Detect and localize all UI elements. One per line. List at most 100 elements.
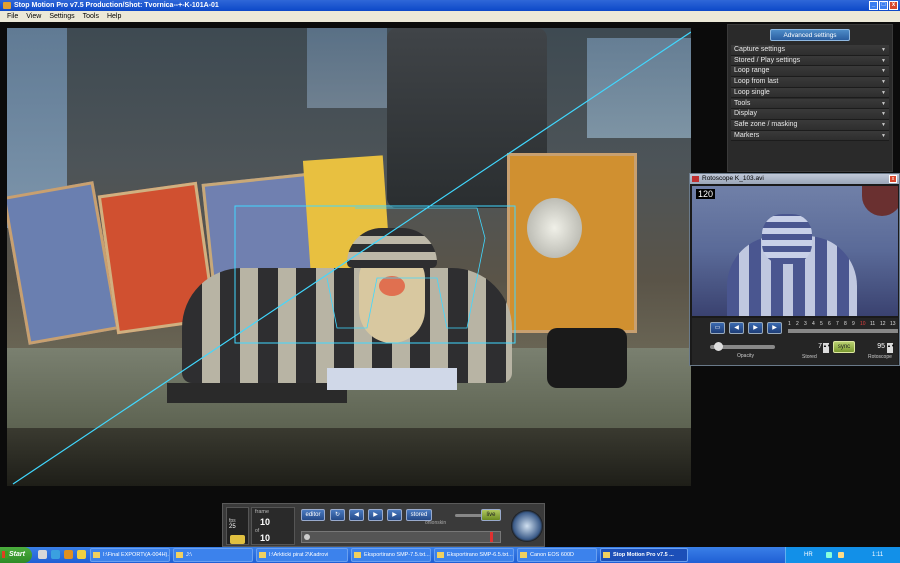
media-icon[interactable] xyxy=(64,550,73,559)
timeline-knob[interactable] xyxy=(304,534,310,540)
frame-value: 10 xyxy=(260,517,271,527)
menu-tools[interactable]: Tools xyxy=(79,11,103,22)
sync-button[interactable]: sync xyxy=(833,341,855,353)
chevron-down-icon: ▼ xyxy=(881,100,886,107)
panel-item-safe-zone[interactable]: Safe zone / masking ▼ xyxy=(731,119,889,131)
rotoscope-title-bar[interactable]: Rotoscope K_103.avi x xyxy=(690,174,899,184)
panel-item-label: Loop from last xyxy=(734,78,779,86)
panel-item-label: Loop range xyxy=(734,67,770,75)
system-tray: HR 1:11 xyxy=(785,547,900,563)
desktop-icon[interactable] xyxy=(38,550,47,559)
chevron-down-icon: ▼ xyxy=(881,132,886,139)
app-window: Stop Motion Pro v7.5 Production/Shot: Tv… xyxy=(0,0,900,563)
rotoscope-controls: ▭ ◀ ▶ ▶ 1 2 3 4 5 6 7 8 9 10 11 12 13 Op… xyxy=(692,318,898,365)
panel-item-loop-single[interactable]: Loop single ▼ xyxy=(731,87,889,99)
taskbar-item[interactable]: Eksportirano SMP-6.5.txt... xyxy=(434,548,514,562)
folder-icon[interactable] xyxy=(77,550,86,559)
tick-label-current: 10 xyxy=(860,321,866,327)
panel-item-tools[interactable]: Tools ▼ xyxy=(731,98,889,110)
timeline-marker xyxy=(490,532,493,542)
step-forward-icon[interactable]: ▶ xyxy=(767,322,782,334)
language-indicator[interactable]: HR xyxy=(804,547,813,563)
opacity-slider-knob[interactable] xyxy=(714,342,723,351)
frame-counter: frame 10 of 10 xyxy=(251,507,295,545)
chevron-down-icon: ▼ xyxy=(881,57,886,64)
app-icon xyxy=(3,2,11,9)
tick-label: 1 xyxy=(788,321,791,327)
tick-label: 5 xyxy=(820,321,823,327)
menu-help[interactable]: Help xyxy=(103,11,125,22)
maximize-icon[interactable]: □ xyxy=(879,1,888,10)
menu-file[interactable]: File xyxy=(3,11,22,22)
panel-item-display[interactable]: Display ▼ xyxy=(731,109,889,120)
panel-item-loop-range[interactable]: Loop range ▼ xyxy=(731,66,889,78)
camera-icon[interactable] xyxy=(230,535,245,544)
editor-button[interactable]: editor xyxy=(301,509,325,521)
panel-item-stored-play[interactable]: Stored / Play settings ▼ xyxy=(731,55,889,67)
panel-item-loop-from-last[interactable]: Loop from last ▼ xyxy=(731,77,889,88)
taskbar-item[interactable]: I:\Arkticki pirat 2\Kadrovi xyxy=(256,548,348,562)
safe-zone-rect xyxy=(234,205,516,344)
rotoscope-spinner-icon[interactable]: ▲▼ xyxy=(887,343,895,353)
fps-box: fps 25 xyxy=(226,507,249,545)
start-button[interactable]: Start xyxy=(0,547,32,563)
live-view[interactable] xyxy=(7,28,691,486)
guide-line xyxy=(12,31,691,485)
play-icon[interactable]: ▶ xyxy=(368,509,383,521)
taskbar: Start I:\Final EXPORT\(A-004H)... J:\ I:… xyxy=(0,547,900,563)
rotoscope-ticks: 1 2 3 4 5 6 7 8 9 10 11 12 13 xyxy=(788,321,898,335)
taskbar-item[interactable]: Eksportirano SMP-7.5.txt... xyxy=(351,548,431,562)
taskbar-item[interactable]: Canon EOS 600D xyxy=(517,548,597,562)
chevron-down-icon: ▼ xyxy=(881,89,886,96)
play-icon[interactable]: ▶ xyxy=(748,322,763,334)
clock[interactable]: 1:11 xyxy=(872,547,883,563)
tick-label: 8 xyxy=(844,321,847,327)
network-icon[interactable] xyxy=(826,552,832,558)
of-label: of xyxy=(255,528,260,534)
frame-timeline[interactable] xyxy=(301,531,501,543)
minimize-icon[interactable]: _ xyxy=(869,1,878,10)
panel-item-markers[interactable]: Markers ▼ xyxy=(731,130,889,142)
tick-label: 3 xyxy=(804,321,807,327)
rotoscope-window: Rotoscope K_103.avi x 120 ▭ ◀ ▶ ▶ 1 2 3 … xyxy=(689,173,900,366)
close-icon[interactable]: x xyxy=(889,175,897,183)
taskbar-item[interactable]: J:\ xyxy=(173,548,253,562)
stored-label: Stored xyxy=(802,354,817,360)
stored-spinner-icon[interactable]: ▲▼ xyxy=(823,343,831,353)
taskbar-item[interactable]: I:\Final EXPORT\(A-004H)... xyxy=(90,548,170,562)
step-back-icon[interactable]: ◀ xyxy=(349,509,364,521)
open-folder-icon[interactable]: ▭ xyxy=(710,322,725,334)
tick-label: 9 xyxy=(852,321,855,327)
fps-value[interactable]: 25 xyxy=(229,524,236,530)
tick-label: 7 xyxy=(836,321,839,327)
rotoscope-frame-number: 120 xyxy=(696,189,716,199)
advanced-settings-panel: Advanced settings Capture settings ▼ Stor… xyxy=(727,24,893,172)
close-icon[interactable]: x xyxy=(889,1,898,10)
advanced-settings-button[interactable]: Advanced settings xyxy=(770,29,850,41)
onionskin-label: onionskin xyxy=(425,520,447,526)
menu-view[interactable]: View xyxy=(22,11,45,22)
chevron-down-icon: ▼ xyxy=(881,47,886,53)
browser-icon[interactable] xyxy=(51,550,60,559)
stop-motion-pro-logo xyxy=(511,510,543,542)
taskbar-item-active[interactable]: Stop Motion Pro v7.5 ... xyxy=(600,548,688,562)
window-buttons: _ □ x xyxy=(869,1,898,10)
rotoscope-icon xyxy=(692,176,699,182)
step-back-icon[interactable]: ◀ xyxy=(729,322,744,334)
panel-item-label: Capture settings xyxy=(734,46,785,53)
window-title: Stop Motion Pro v7.5 Production/Shot: Tv… xyxy=(14,2,219,9)
panel-item-label: Tools xyxy=(734,99,751,107)
title-bar: Stop Motion Pro v7.5 Production/Shot: Tv… xyxy=(0,0,900,11)
tick-label: 6 xyxy=(828,321,831,327)
live-button[interactable]: live xyxy=(481,509,501,521)
step-forward-icon[interactable]: ▶ xyxy=(387,509,402,521)
loop-icon[interactable]: ↻ xyxy=(330,509,345,521)
panel-item-label: Safe zone / masking xyxy=(734,120,798,128)
rotoscope-value: 95 xyxy=(877,343,885,350)
volume-icon[interactable] xyxy=(838,552,844,558)
menu-settings[interactable]: Settings xyxy=(45,11,78,22)
panel-item-capture-settings[interactable]: Capture settings ▼ xyxy=(731,45,889,56)
guide-overlay xyxy=(12,31,691,485)
roto-puppet-head xyxy=(762,214,812,264)
chevron-down-icon: ▼ xyxy=(881,79,886,86)
